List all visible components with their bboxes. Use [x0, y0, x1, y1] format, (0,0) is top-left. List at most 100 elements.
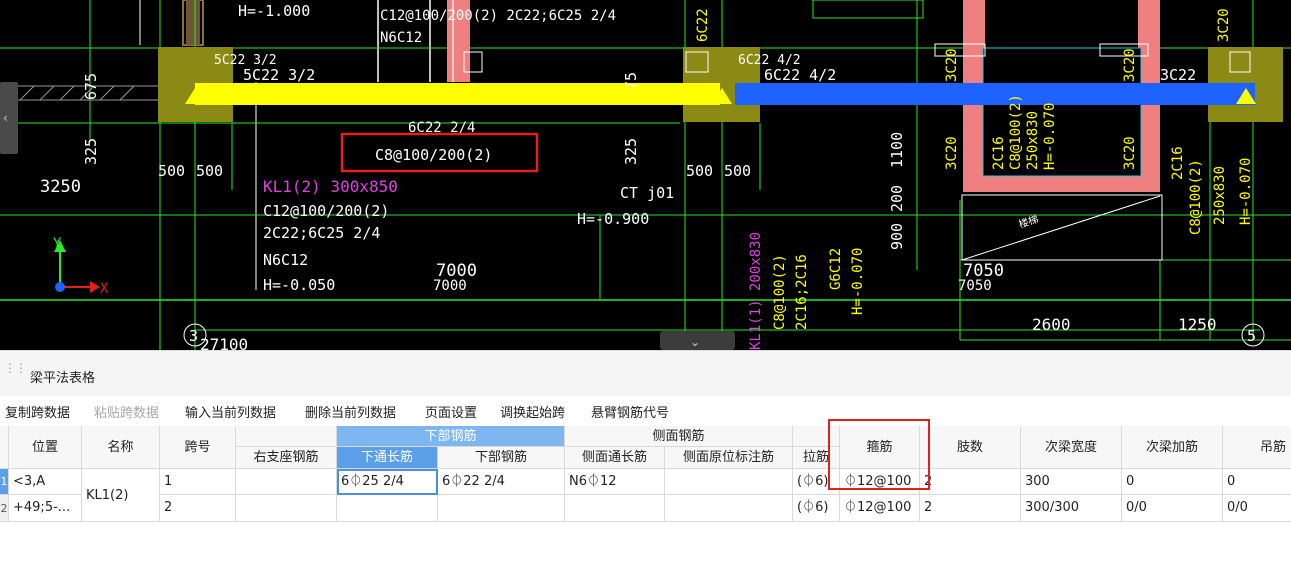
right-h: H=-0.070 [1238, 158, 1254, 225]
right-2c16: 2C16 [1170, 146, 1186, 180]
kl1-stirrup: C12@100/200(2) [263, 202, 389, 220]
center-size: 250x830 [1025, 111, 1041, 170]
beam-table-panel: ⋮⋮ 梁平法表格 复制跨数据 粘贴跨数据 输入当前列数据 删除当前列数据 页面设… [0, 350, 1291, 576]
cell-bottom-through[interactable] [337, 495, 438, 522]
header-side-through[interactable]: 侧面通长筋 [565, 447, 665, 469]
center-c8: C8@100(2) [1008, 94, 1024, 170]
group-header-bottom-rebar[interactable]: 下部钢筋 [337, 426, 565, 447]
header-side-in-situ[interactable]: 侧面原位标注筋 [665, 447, 793, 469]
cell-span[interactable]: 2 [160, 495, 236, 522]
dim-3250: 3250 [40, 177, 81, 197]
cell-secondary-width[interactable]: 300 [1021, 469, 1122, 495]
cell-stirrup[interactable]: ⏀12@100 [840, 495, 920, 522]
header-name[interactable]: 名称 [82, 426, 160, 469]
delete-column-data-button[interactable]: 删除当前列数据 [305, 402, 396, 421]
dim-675: 675 [82, 73, 100, 100]
dim-900: 900 [888, 223, 906, 250]
header-secondary-width[interactable]: 次梁宽度 [1021, 426, 1122, 469]
right-size: 250x830 [1212, 166, 1228, 225]
span-7050-b: 7050 [958, 278, 992, 294]
svg-text:‹: ‹ [3, 111, 8, 125]
support-left: 5C22 3/2 [243, 66, 315, 84]
header-hanger[interactable]: 吊筋 [1223, 426, 1291, 469]
input-column-data-button[interactable]: 输入当前列数据 [185, 402, 276, 421]
cell-side-through[interactable]: N6⏀12 [565, 469, 665, 495]
group-header-side-rebar[interactable]: 侧面钢筋 [565, 426, 793, 447]
dim-75: 75 [622, 72, 640, 90]
cell-hanger[interactable]: 0 [1223, 469, 1291, 495]
cell-right-support[interactable] [236, 495, 337, 522]
dim-2600: 2600 [1032, 315, 1071, 334]
vert-2c16: 2C16;2C16 [794, 254, 810, 330]
col-3c20-c: 3C20 [1122, 48, 1138, 82]
page-setup-button[interactable]: 页面设置 [425, 402, 477, 421]
col-3c20-d: 3C20 [1122, 136, 1138, 170]
row-number[interactable]: 2 [0, 495, 9, 522]
copy-span-data-button[interactable]: 复制跨数据 [5, 402, 70, 421]
col-3c20-b: 3C20 [944, 136, 960, 170]
kl1-bars: 2C22;6C25 2/4 [263, 224, 380, 242]
header-right-support[interactable]: 右支座钢筋 [236, 447, 337, 469]
header-legs[interactable]: 肢数 [920, 426, 1021, 469]
cell-side-in-situ[interactable] [665, 469, 793, 495]
cell-bottom-through[interactable]: 6⏀25 2/4 [337, 469, 438, 495]
ucs-axis-icon: Y X [53, 236, 109, 297]
header-position[interactable]: 位置 [9, 426, 82, 469]
cell-secondary-width[interactable]: 300/300 [1021, 495, 1122, 522]
vert-c8: C8@100(2) [772, 254, 788, 330]
dim-200: 200 [888, 185, 906, 212]
beam-table: 位置 名称 跨号 右支座钢筋 下部钢筋 下通长筋 下部钢筋 侧面钢筋 侧面通长筋… [0, 426, 1291, 576]
cell-right-support[interactable] [236, 469, 337, 495]
header-bottom-through[interactable]: 下通长筋 [337, 447, 438, 469]
axis-y-label: Y [53, 236, 62, 252]
stirrup-highlight-box [828, 419, 930, 490]
cell-span[interactable]: 1 [160, 469, 236, 495]
drag-grip-icon[interactable]: ⋮⋮ [4, 362, 27, 383]
cell-position[interactable]: +49;5-... [9, 495, 82, 522]
cell-hanger[interactable]: 0/0 [1223, 495, 1291, 522]
vert-h: H=-0.070 [850, 248, 866, 315]
header-bottom-rebar[interactable]: 下部钢筋 [438, 447, 565, 469]
dim-1100: 1100 [888, 132, 906, 168]
paste-span-data-button: 粘贴跨数据 [94, 406, 160, 421]
cell-tie[interactable]: (⏀6) [793, 495, 840, 522]
dim-27100: 27100 [200, 335, 248, 350]
right-c8: C8@100(2) [1188, 159, 1204, 235]
panel-title: 梁平法表格 [30, 371, 96, 386]
dim-325-mid: 325 [622, 138, 640, 165]
cell-bottom-rebar[interactable]: 6⏀22 2/4 [438, 469, 565, 495]
cell-position[interactable]: <3,A [9, 469, 82, 495]
kl1-title: KL1(2) 300x850 [263, 177, 398, 196]
col-6c22: 6C22 [695, 8, 711, 42]
vert-kl: KL1(1) 200x830 [748, 232, 764, 350]
cad-drawing: ‹ 楼梯 3 5 ⌄ H=-1.000 C12@100/200(2) 2C22;… [0, 0, 1291, 350]
header-span[interactable]: 跨号 [160, 426, 236, 469]
row-number[interactable]: 1 [0, 469, 9, 495]
cell-legs[interactable]: 2 [920, 495, 1021, 522]
cad-drawing-canvas[interactable]: ‹ 楼梯 3 5 ⌄ H=-1.000 C12@100/200(2) 2C22;… [0, 0, 1291, 350]
center-2c16: 2C16 [991, 136, 1007, 170]
cell-name[interactable]: KL1(2) [82, 469, 160, 522]
dim-325-left: 325 [82, 138, 100, 165]
cell-legs[interactable]: 2 [920, 469, 1021, 495]
kl1-h: H=-0.050 [263, 276, 335, 294]
header-secondary-add[interactable]: 次梁加筋 [1122, 426, 1223, 469]
dim-500-a: 500 [158, 162, 185, 180]
swap-start-span-button[interactable]: 调换起始跨 [500, 402, 565, 421]
cad-c12-spec-top: C12@100/200(2) 2C22;6C25 2/4 [380, 8, 616, 24]
axis-5-label: 5 [1247, 327, 1256, 345]
dim-500-c: 500 [686, 162, 713, 180]
cantilever-code-button[interactable]: 悬臂钢筋代号 [591, 402, 669, 421]
kl1-side: N6C12 [263, 251, 308, 269]
cell-secondary-add[interactable]: 0/0 [1122, 495, 1223, 522]
ctj01-label: CT j01 [620, 184, 674, 202]
cell-bottom-rebar[interactable] [438, 495, 565, 522]
cad-stirrup-highlighted: C8@100/200(2) [375, 146, 492, 164]
cell-side-through[interactable] [565, 495, 665, 522]
table-toolbar: 复制跨数据 粘贴跨数据 输入当前列数据 删除当前列数据 页面设置 调换起始跨 悬… [0, 396, 1291, 426]
cell-side-in-situ[interactable] [665, 495, 793, 522]
ctj01-h: H=-0.900 [577, 210, 649, 228]
dim-500-b: 500 [196, 162, 223, 180]
vert-g6: G6C12 [828, 248, 844, 290]
cell-secondary-add[interactable]: 0 [1122, 469, 1223, 495]
